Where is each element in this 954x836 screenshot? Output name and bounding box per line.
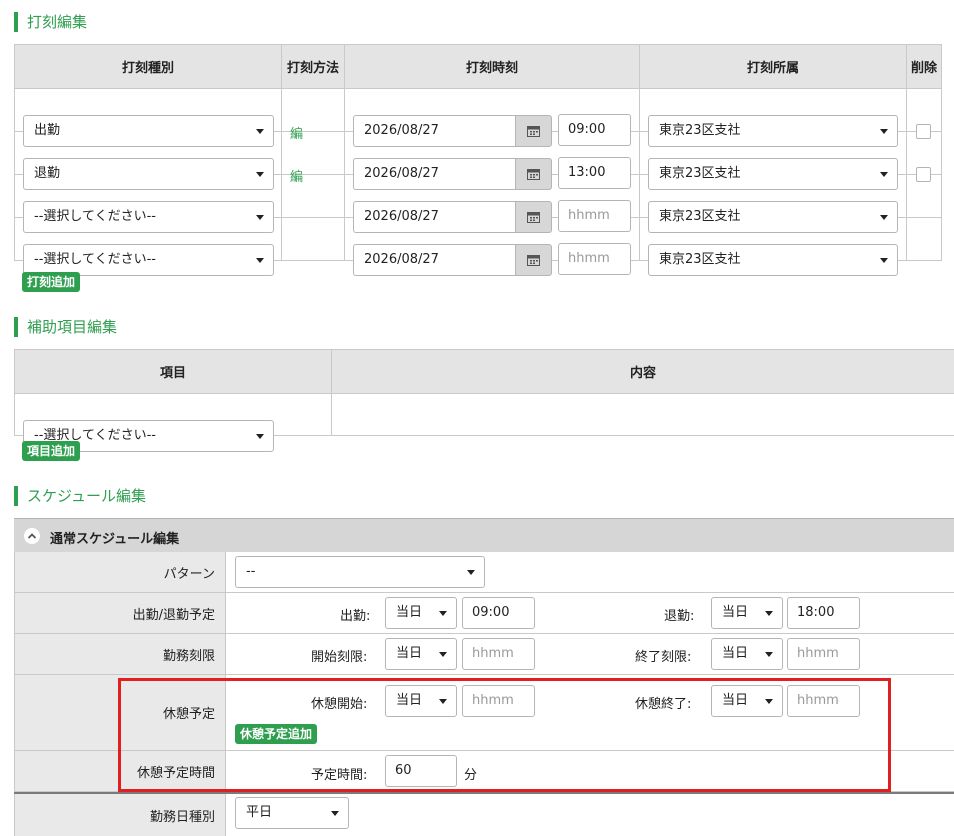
end-time-input[interactable]: 18:00 xyxy=(787,597,860,629)
table-row: --選択してください-- xyxy=(14,393,954,452)
punch-type-select[interactable]: 出勤 xyxy=(23,115,274,147)
start-label: 出勤: xyxy=(340,609,371,624)
punch-affiliation-select[interactable]: 東京23区支社 xyxy=(648,201,898,233)
break-end-day-select[interactable]: 当日 xyxy=(711,685,783,717)
schedule-panel-title: 通常スケジュール編集 xyxy=(50,532,180,547)
break-start-day-select[interactable]: 当日 xyxy=(385,685,457,717)
start-day-select[interactable]: 当日 xyxy=(385,597,457,629)
punch-method-edit-link[interactable]: 編 xyxy=(290,166,303,185)
header-item: 項目 xyxy=(14,349,332,394)
punch-date-input[interactable]: 2026/08/27 xyxy=(353,115,515,147)
work-limit-label: 勤務刻限 xyxy=(14,634,226,674)
end-label: 退勤: xyxy=(664,609,695,624)
work-day-select[interactable]: 平日 xyxy=(235,797,349,829)
aux-section-title: 補助項目編集 xyxy=(14,317,117,337)
attendance-row: 出勤/退勤予定 出勤: 当日 09:00 退勤: 当日 18:00 xyxy=(14,593,954,634)
limit-end-input[interactable]: hhmm xyxy=(787,638,860,670)
chevron-down-icon xyxy=(256,215,264,220)
chevron-down-icon xyxy=(439,652,447,657)
break-time-label: 休憩予定時間 xyxy=(14,751,226,791)
work-day-label: 勤務日種別 xyxy=(14,794,226,836)
punch-type-select[interactable]: --選択してください-- xyxy=(23,201,274,233)
chevron-down-icon xyxy=(256,172,264,177)
limit-end-label: 終了刻限: xyxy=(635,650,692,665)
chevron-down-icon xyxy=(256,433,264,439)
calendar-icon[interactable] xyxy=(515,201,552,233)
minutes-unit: 分 xyxy=(464,768,478,783)
chevron-down-icon xyxy=(880,172,888,177)
schedule-panel-header[interactable]: 通常スケジュール編集 xyxy=(14,518,954,552)
limit-start-day-select[interactable]: 当日 xyxy=(385,638,457,670)
chevron-down-icon xyxy=(256,258,264,263)
delete-checkbox[interactable] xyxy=(916,124,931,139)
chevron-down-icon xyxy=(880,258,888,263)
punch-affiliation-select[interactable]: 東京23区支社 xyxy=(648,158,898,190)
punch-type-select[interactable]: 退勤 xyxy=(23,158,274,190)
punch-time-input[interactable]: hhmm xyxy=(558,200,631,232)
break-start-input[interactable]: hhmm xyxy=(462,685,535,717)
punch-affiliation-select[interactable]: 東京23区支社 xyxy=(648,115,898,147)
aux-table: 項目 内容 --選択してください-- xyxy=(14,349,954,452)
limit-start-input[interactable]: hhmm xyxy=(462,638,535,670)
add-break-plan-button[interactable]: 休憩予定追加 xyxy=(235,724,318,744)
planned-break-minutes-input[interactable]: 60 xyxy=(385,755,457,787)
punch-method-edit-link[interactable]: 編 xyxy=(290,123,303,142)
table-row: 出勤 編 2026/08/27 09:00 東京23区支社 xyxy=(14,88,942,147)
punch-date-input[interactable]: 2026/08/27 xyxy=(353,201,515,233)
end-day-select[interactable]: 当日 xyxy=(711,597,783,629)
header-punch-time: 打刻時刻 xyxy=(344,44,640,89)
calendar-icon[interactable] xyxy=(515,115,552,147)
chevron-down-icon xyxy=(331,811,339,816)
work-day-row: 勤務日種別 平日 xyxy=(14,794,954,836)
schedule-section-title: スケジュール編集 xyxy=(14,486,146,506)
punch-affiliation-select[interactable]: 東京23区支社 xyxy=(648,244,898,276)
planned-time-label: 予定時間: xyxy=(311,768,368,783)
chevron-down-icon xyxy=(765,611,773,616)
break-end-label: 休憩終了: xyxy=(635,697,692,712)
break-time-row: 休憩予定時間 予定時間: 60 分 xyxy=(14,751,954,792)
break-plan-row: 休憩予定 休憩開始: 当日 hhmm 休憩終了: 当日 hhmm 休憩予定追加 xyxy=(14,675,954,751)
header-punch-affiliation: 打刻所属 xyxy=(639,44,907,89)
add-item-button[interactable]: 項目追加 xyxy=(22,441,81,461)
punch-time-input[interactable]: 13:00 xyxy=(558,157,631,189)
attendance-label: 出勤/退勤予定 xyxy=(14,593,226,633)
punch-section-title: 打刻編集 xyxy=(14,12,87,32)
punch-table: 打刻種別 打刻方法 打刻時刻 打刻所属 削除 出勤 編 2026/08/27 0… xyxy=(14,44,942,276)
work-limit-row: 勤務刻限 開始刻限: 当日 hhmm 終了刻限: 当日 hhmm xyxy=(14,634,954,675)
start-time-input[interactable]: 09:00 xyxy=(462,597,535,629)
header-delete: 削除 xyxy=(906,44,942,89)
delete-checkbox[interactable] xyxy=(916,167,931,182)
calendar-icon[interactable] xyxy=(515,244,552,276)
punch-time-input[interactable]: 09:00 xyxy=(558,114,631,146)
pattern-row: パターン -- xyxy=(14,552,954,593)
header-punch-method: 打刻方法 xyxy=(281,44,345,89)
break-start-label: 休憩開始: xyxy=(311,697,368,712)
punch-time-input[interactable]: hhmm xyxy=(558,243,631,275)
chevron-down-icon xyxy=(880,129,888,134)
calendar-icon[interactable] xyxy=(515,158,552,190)
chevron-down-icon xyxy=(765,652,773,657)
chevron-down-icon xyxy=(439,699,447,704)
limit-start-label: 開始刻限: xyxy=(311,650,368,665)
header-punch-type: 打刻種別 xyxy=(14,44,282,89)
break-end-input[interactable]: hhmm xyxy=(787,685,860,717)
break-plan-label: 休憩予定 xyxy=(14,675,226,750)
pattern-label: パターン xyxy=(14,552,226,592)
chevron-down-icon xyxy=(765,699,773,704)
header-content: 内容 xyxy=(331,349,954,394)
chevron-down-icon xyxy=(439,611,447,616)
collapse-icon[interactable] xyxy=(24,528,40,544)
limit-end-day-select[interactable]: 当日 xyxy=(711,638,783,670)
punch-date-input[interactable]: 2026/08/27 xyxy=(353,244,515,276)
chevron-down-icon xyxy=(467,570,475,575)
add-punch-button[interactable]: 打刻追加 xyxy=(22,272,81,292)
chevron-down-icon xyxy=(880,215,888,220)
punch-date-input[interactable]: 2026/08/27 xyxy=(353,158,515,190)
pattern-select[interactable]: -- xyxy=(235,556,485,588)
chevron-down-icon xyxy=(256,129,264,134)
